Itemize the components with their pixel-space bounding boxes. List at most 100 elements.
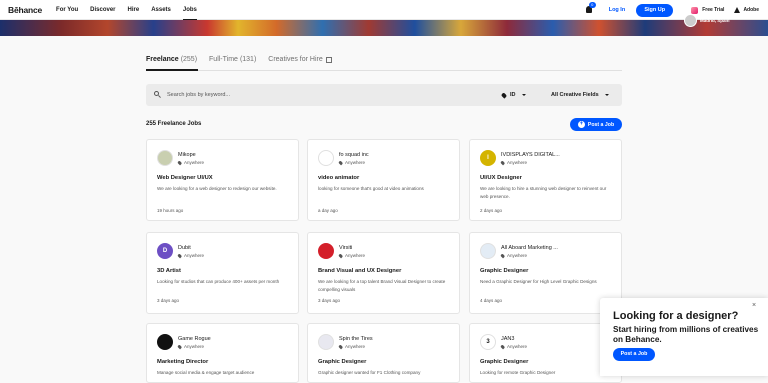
job-description: We are looking to hire a stunning web de… <box>480 186 607 199</box>
job-description: looking for someone that's good at video… <box>318 186 424 191</box>
avatar <box>684 14 697 27</box>
company-logo-icon: D <box>157 243 173 259</box>
company-name[interactable]: Mikope <box>178 152 196 158</box>
tab-full-time-count: (131) <box>239 56 257 63</box>
tab-full-time[interactable]: Full-Time (131) <box>209 56 256 70</box>
post-job-button[interactable]: + Post a Job <box>570 118 622 131</box>
job-title[interactable]: video animator <box>318 175 359 181</box>
job-title[interactable]: Marketing Director <box>157 359 208 365</box>
job-location: Anywhere <box>177 344 204 349</box>
search-input[interactable] <box>167 92 487 98</box>
job-location-label: Anywhere <box>507 253 528 258</box>
company-name[interactable]: Dubit <box>178 245 191 251</box>
nav-for-you[interactable]: For You <box>56 0 78 20</box>
free-trial-label: Free Trial <box>702 7 725 13</box>
job-location-label: Anywhere <box>184 160 205 165</box>
job-description: Looking for studios that can produce 400… <box>157 279 280 284</box>
job-card[interactable]: I IVDISPLAYS DIGITAL... Anywhere UI/UX Desi… <box>469 139 622 221</box>
popup-title: Looking for a designer? <box>613 310 739 322</box>
creative-fields-dropdown[interactable]: All Creative Fields <box>551 84 609 106</box>
company-name[interactable]: fo squad inc <box>339 152 369 158</box>
company-logo-icon <box>157 150 173 166</box>
job-title[interactable]: Graphic Designer <box>318 359 366 365</box>
adobe-link[interactable]: Adobe <box>734 7 759 13</box>
signup-button[interactable]: Sign Up <box>636 3 674 17</box>
job-description: Manage social media & engage target audi… <box>157 370 255 375</box>
job-title[interactable]: 3D Artist <box>157 268 181 274</box>
hero-banner-image <box>0 20 768 36</box>
job-location-label: Anywhere <box>345 253 366 258</box>
job-location-label: Anywhere <box>345 344 366 349</box>
behance-logo[interactable]: Bēhance <box>8 5 42 15</box>
job-description: We are looking for a web designer to red… <box>157 186 277 191</box>
chevron-down-icon <box>604 94 609 96</box>
tab-freelance-label: Freelance <box>146 56 179 63</box>
job-location: Anywhere <box>338 253 366 258</box>
company-name[interactable]: IVDISPLAYS DIGITAL... <box>501 152 560 158</box>
job-card[interactable]: Virsiti Anywhere Brand Visual and UX Desig… <box>307 232 460 314</box>
notification-bell-icon[interactable]: 0 <box>585 2 596 15</box>
job-description: Graphic designer wanted for F1 Clothing … <box>318 370 421 375</box>
main-nav: For You Discover Hire Assets Jobs <box>56 0 209 20</box>
location-pin-icon <box>500 344 505 349</box>
external-link-icon <box>325 57 332 63</box>
tab-creatives-for-hire[interactable]: Creatives for Hire <box>268 56 332 70</box>
company-name[interactable]: Game Rogue <box>178 336 211 342</box>
nav-assets[interactable]: Assets <box>151 0 171 20</box>
jobs-count-heading: 255 Freelance Jobs <box>146 121 202 127</box>
nav-discover[interactable]: Discover <box>90 0 115 20</box>
tab-creatives-label: Creatives for Hire <box>268 56 323 63</box>
close-icon[interactable]: × <box>752 302 756 309</box>
company-logo-icon <box>318 334 334 350</box>
company-name[interactable]: JAN3 <box>501 336 514 342</box>
location-filter-value: ID <box>510 92 516 98</box>
top-right-actions: 0 Log In Sign Up Free Trial Adobe <box>585 0 768 20</box>
chevron-down-icon <box>521 94 526 96</box>
tab-full-time-label: Full-Time <box>209 56 238 63</box>
job-title[interactable]: Graphic Designer <box>480 268 528 274</box>
tab-freelance-count: (255) <box>180 56 198 63</box>
job-posted-time: 2 days ago <box>480 208 503 213</box>
job-posted-time: 19 hours ago <box>157 208 184 213</box>
job-location: Anywhere <box>177 253 204 258</box>
company-name[interactable]: Virsiti <box>339 245 352 251</box>
job-title[interactable]: Graphic Designer <box>480 359 528 365</box>
job-title[interactable]: UI/UX Designer <box>480 175 522 181</box>
job-card[interactable]: Spin the Tires Anywhere Graphic Designer Gr… <box>307 323 460 383</box>
free-trial-link[interactable]: Free Trial <box>691 6 725 14</box>
company-logo-icon: I <box>480 150 496 166</box>
job-location-label: Anywhere <box>507 344 528 349</box>
job-card[interactable]: D Dubit Anywhere 3D Artist Looking for studi… <box>146 232 299 314</box>
job-card[interactable]: Game Rogue Anywhere Marketing Director Mana… <box>146 323 299 383</box>
notification-badge: 0 <box>588 2 596 8</box>
location-pin-icon <box>177 344 182 349</box>
job-title[interactable]: Web Designer UI/UX <box>157 175 213 181</box>
tab-freelance[interactable]: Freelance (255) <box>146 56 197 70</box>
company-logo-icon: 3 <box>480 334 496 350</box>
job-location-label: Anywhere <box>507 160 528 165</box>
active-tab-indicator <box>146 69 198 71</box>
company-name[interactable]: Spin the Tires <box>339 336 373 342</box>
popup-post-job-button[interactable]: Post a Job <box>613 348 655 361</box>
company-logo-icon <box>157 334 173 350</box>
login-button[interactable]: Log In <box>609 7 626 13</box>
company-name[interactable]: All Aboard Marketing ... <box>501 245 558 251</box>
nav-hire[interactable]: Hire <box>128 0 140 20</box>
location-pin-icon <box>177 160 182 165</box>
location-pin-icon <box>500 253 505 258</box>
job-card[interactable]: Mikope Anywhere Web Designer UI/UX We are l… <box>146 139 299 221</box>
plus-icon: + <box>577 121 585 128</box>
job-card[interactable]: fo squad inc Anywhere video animator lookin… <box>307 139 460 221</box>
job-location-label: Anywhere <box>345 160 366 165</box>
location-filter-dropdown[interactable]: ID <box>500 84 526 106</box>
job-search-bar: ID All Creative Fields <box>146 84 622 106</box>
job-type-tabs: Freelance (255) Full-Time (131) Creative… <box>146 56 344 70</box>
adobe-label: Adobe <box>743 7 759 13</box>
post-job-label: Post a Job <box>587 121 615 128</box>
job-description: Need a Graphic Designer for High Level G… <box>480 279 597 284</box>
job-title[interactable]: Brand Visual and UX Designer <box>318 268 401 274</box>
job-location: Anywhere <box>338 344 366 349</box>
nav-jobs[interactable]: Jobs <box>182 0 197 20</box>
job-location: Anywhere <box>500 253 528 258</box>
location-pin-icon <box>177 253 182 258</box>
